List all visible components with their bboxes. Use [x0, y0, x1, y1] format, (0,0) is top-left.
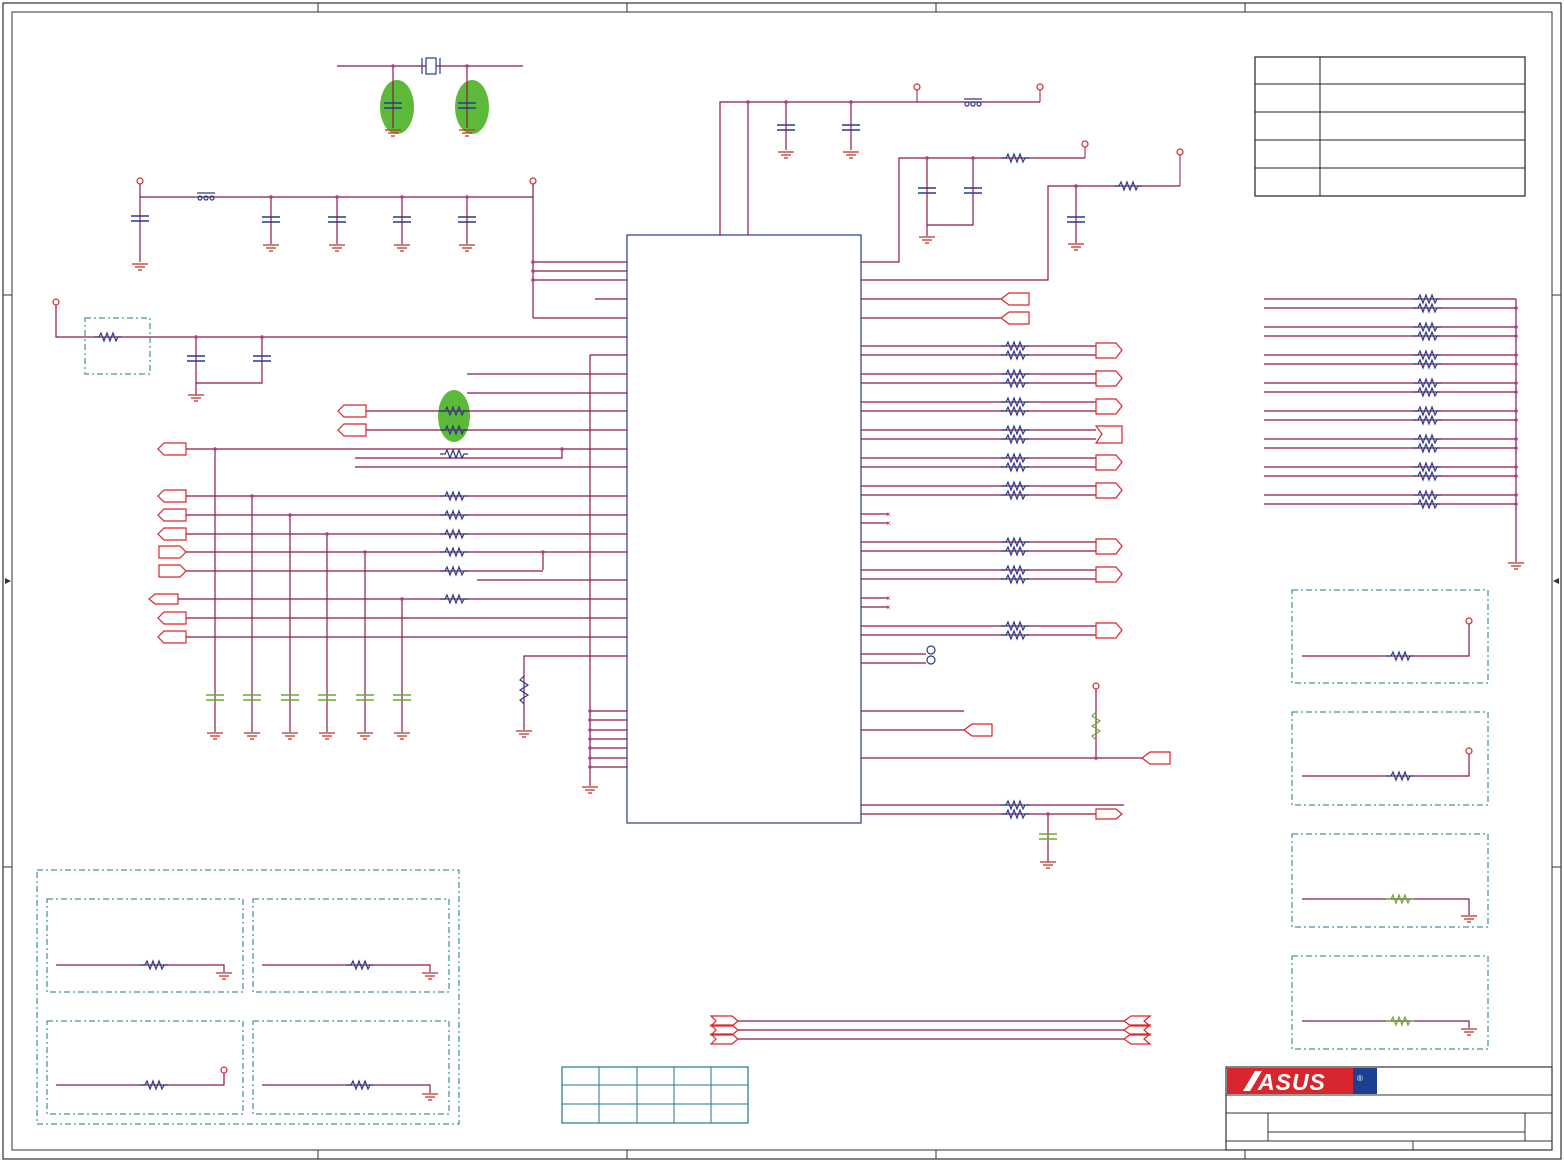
- option-group-bottom-left: [36, 869, 460, 1125]
- svg-text:®: ®: [1357, 1074, 1363, 1083]
- power-filter-network: [130, 177, 627, 319]
- svg-text:×: ×: [886, 594, 891, 603]
- highlight-marker: [438, 390, 470, 442]
- crystal-circuit: [337, 57, 523, 137]
- svg-text:×: ×: [886, 603, 891, 612]
- brand-logo: ASUS: [1257, 1069, 1326, 1095]
- highlight-marker: [455, 80, 489, 134]
- ic-right-signals: × × × ×: [861, 292, 1171, 869]
- main-ic: [626, 234, 862, 824]
- drawing-title-block: ASUS ®: [1225, 1066, 1553, 1151]
- option-boxes-right: [1291, 589, 1489, 1050]
- svg-text:×: ×: [886, 510, 891, 519]
- resistor-array: [1264, 294, 1525, 570]
- svg-text:×: ×: [886, 519, 891, 528]
- ic-top-power: [719, 83, 1044, 235]
- ic-left-signals: [148, 354, 627, 794]
- left-filter-network: [52, 298, 627, 402]
- crystal-icon: [425, 57, 437, 75]
- highlight-marker: [380, 80, 414, 134]
- revision-table: [1254, 56, 1526, 197]
- ic-right-power: [861, 140, 1184, 281]
- config-table: [561, 1066, 749, 1124]
- bottom-bus: [709, 1015, 1152, 1045]
- schematic-sheet: × × × × ASUS ®: [2, 2, 1562, 1160]
